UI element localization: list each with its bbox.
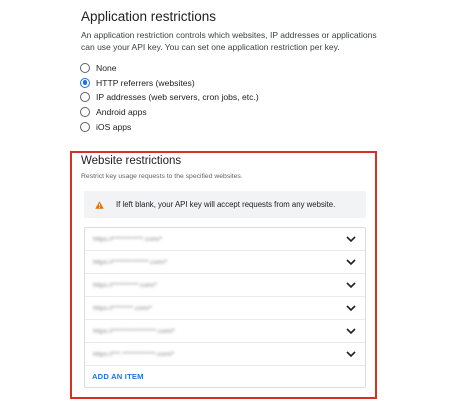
radio-button[interactable] bbox=[80, 121, 90, 132]
radio-label: iOS apps bbox=[96, 121, 132, 132]
radio-label: Android apps bbox=[96, 107, 147, 118]
chevron-down-icon[interactable] bbox=[346, 258, 356, 266]
warning-triangle-icon bbox=[95, 200, 104, 209]
radio-option-android-apps[interactable]: Android apps bbox=[80, 105, 259, 120]
application-restrictions-title: Application restrictions bbox=[81, 9, 217, 24]
website-item-value: https://*****************.com/* bbox=[93, 327, 176, 335]
website-restrictions-subtitle: Restrict key usage requests to the speci… bbox=[81, 173, 243, 180]
website-items-list: https://************.com/* https://*****… bbox=[84, 227, 366, 388]
website-restrictions-title: Website restrictions bbox=[81, 155, 182, 167]
radio-button[interactable] bbox=[80, 63, 90, 74]
website-item[interactable]: https://***.*************.com/* bbox=[85, 343, 365, 366]
warning-text: If left blank, your API key will accept … bbox=[116, 200, 336, 209]
chevron-down-icon[interactable] bbox=[346, 281, 356, 289]
website-item[interactable]: https://**************.com/* bbox=[85, 251, 365, 274]
radio-label: IP addresses (web servers, cron jobs, et… bbox=[96, 92, 259, 103]
chevron-down-icon[interactable] bbox=[346, 327, 356, 335]
chevron-down-icon[interactable] bbox=[346, 235, 356, 243]
website-item-value: https://**************.com/* bbox=[93, 258, 168, 266]
website-item-value: https://**********.com/* bbox=[93, 281, 158, 289]
radio-option-none[interactable]: None bbox=[80, 61, 259, 76]
api-key-restrictions-page: Application restrictions An application … bbox=[0, 0, 474, 410]
radio-label: None bbox=[96, 63, 117, 74]
website-item-value: https://************.com/* bbox=[93, 235, 163, 243]
website-item[interactable]: https://*****************.com/* bbox=[85, 320, 365, 343]
add-item-button[interactable]: ADD AN ITEM bbox=[92, 372, 144, 381]
radio-option-ip-addresses[interactable]: IP addresses (web servers, cron jobs, et… bbox=[80, 90, 259, 105]
website-item-value: https://***.*************.com/* bbox=[93, 350, 175, 358]
radio-button-selected[interactable] bbox=[80, 77, 90, 88]
chevron-down-icon[interactable] bbox=[346, 304, 356, 312]
radio-button[interactable] bbox=[80, 92, 90, 103]
website-item[interactable]: https://************.com/* bbox=[85, 228, 365, 251]
website-item-value: https://********.com/* bbox=[93, 304, 153, 312]
chevron-down-icon[interactable] bbox=[346, 350, 356, 358]
radio-button[interactable] bbox=[80, 107, 90, 118]
application-restriction-radio-group: None HTTP referrers (websites) IP addres… bbox=[80, 61, 259, 134]
website-item[interactable]: https://********.com/* bbox=[85, 297, 365, 320]
application-restrictions-description: An application restriction controls whic… bbox=[81, 30, 377, 52]
warning-banner: If left blank, your API key will accept … bbox=[84, 191, 366, 218]
radio-option-ios-apps[interactable]: iOS apps bbox=[80, 119, 259, 134]
radio-label: HTTP referrers (websites) bbox=[96, 77, 195, 88]
radio-option-http-referrers[interactable]: HTTP referrers (websites) bbox=[80, 76, 259, 91]
website-item[interactable]: https://**********.com/* bbox=[85, 274, 365, 297]
